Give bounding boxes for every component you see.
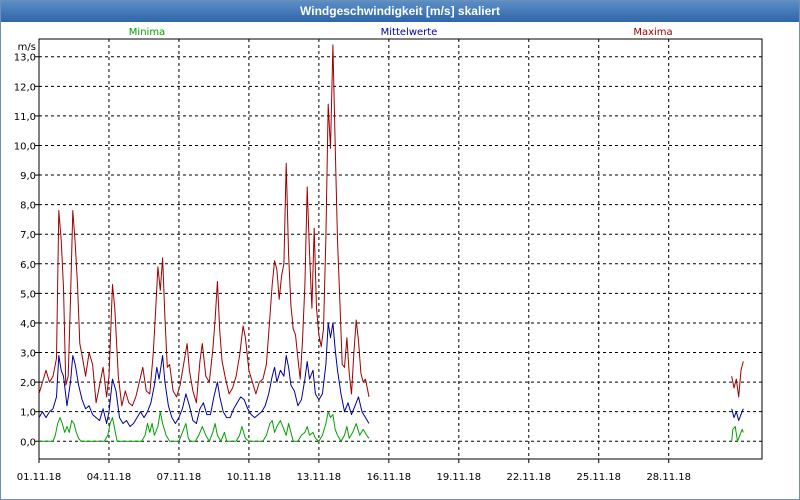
- y-tick-label: 9,0: [20, 171, 36, 182]
- y-tick-label: 2,0: [20, 378, 36, 389]
- y-tick-label: 4,0: [20, 319, 36, 330]
- y-tick-label: 6,0: [20, 260, 36, 271]
- axes: [35, 38, 763, 463]
- series-line-minima: [731, 426, 744, 442]
- series-line-maxima: [731, 361, 744, 398]
- y-tick-label: 11,0: [14, 112, 36, 123]
- x-tick-label: 10.11.18: [227, 472, 272, 483]
- x-tick-label: 04.11.18: [87, 472, 132, 483]
- x-tick-label: 19.11.18: [437, 472, 482, 483]
- x-tick-label: 25.11.18: [576, 472, 621, 483]
- y-tick-label: 13,0: [14, 53, 36, 64]
- y-tick-label: 0,0: [20, 437, 36, 448]
- series-lines: [38, 44, 744, 442]
- x-tick-label: 22.11.18: [507, 472, 552, 483]
- series-line-minima: [39, 411, 370, 442]
- y-tick-label: 10,0: [14, 141, 36, 152]
- y-tick-label: 5,0: [20, 289, 36, 300]
- x-tick-label: 01.11.18: [17, 472, 62, 483]
- y-tick-label: 8,0: [20, 201, 36, 212]
- x-tick-label: 13.11.18: [297, 472, 342, 483]
- series-line-mittelwerte: [731, 408, 744, 421]
- legend-entry-maxima: Maxima: [633, 27, 672, 38]
- series-line-maxima: [38, 44, 370, 407]
- legend-entry-minima: Minima: [129, 27, 165, 38]
- x-tick-label: 07.11.18: [157, 472, 202, 483]
- legend: Minima Mittelwerte Maxima: [129, 27, 673, 38]
- x-tick-label: 16.11.18: [367, 472, 412, 483]
- grid-lines: [38, 39, 762, 459]
- y-tick-label: 12,0: [14, 82, 36, 93]
- x-tick-label: 28.11.18: [646, 472, 691, 483]
- y-tick-label: 3,0: [20, 349, 36, 360]
- tick-labels: 0,0 1,0 2,0 3,0 4,0 5,0 6,0 7,0 8,0 9,0 10,0 11,0 12…: [14, 42, 691, 483]
- wind-speed-chart: 0,0 1,0 2,0 3,0 4,0 5,0 6,0 7,0 8,0 9,0 10,0 11,0 12…: [14, 27, 763, 483]
- legend-entry-mittelwerte: Mittelwerte: [381, 27, 438, 38]
- plot-frame: [38, 38, 763, 460]
- y-tick-label: 7,0: [20, 230, 36, 241]
- y-tick-label: 1,0: [20, 408, 36, 419]
- y-axis-unit-label: m/s: [18, 42, 36, 53]
